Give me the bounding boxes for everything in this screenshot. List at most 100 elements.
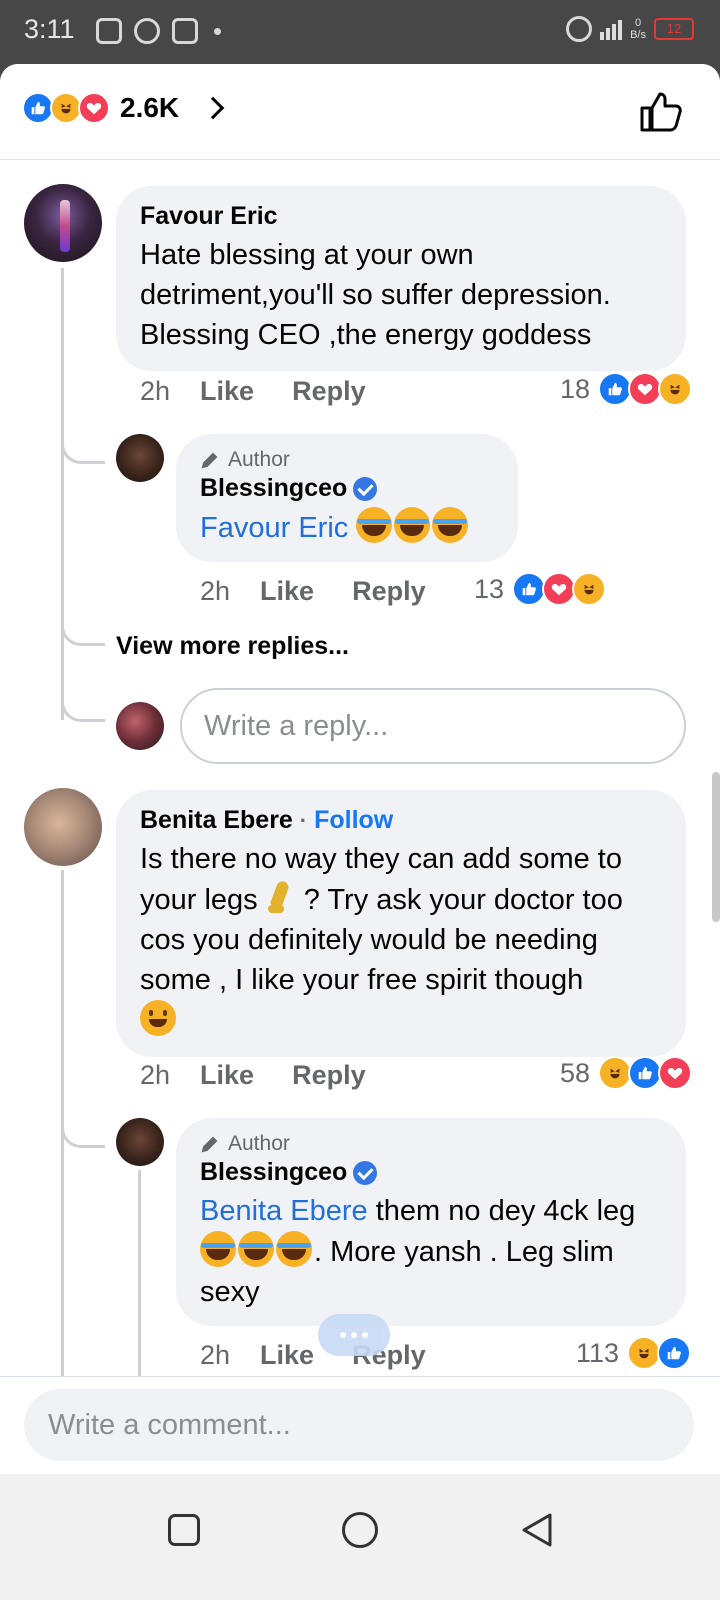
status-bar: 3:11 0 B/s 12	[0, 0, 720, 64]
thread-connector	[61, 684, 105, 722]
comment-time: 2h	[200, 576, 231, 606]
reply-bubble[interactable]: Author Blessingceo Favour Eric	[176, 434, 518, 562]
notification-icons	[96, 18, 221, 44]
reply-text: Favour Eric	[200, 507, 496, 548]
avatar[interactable]	[24, 184, 102, 262]
comment-actions: 2h Like Reply	[140, 376, 404, 407]
thread-line	[61, 268, 64, 720]
comment-time: 2h	[140, 376, 171, 406]
leg-emoji-icon	[266, 879, 302, 915]
commenter-name[interactable]: Favour Eric	[140, 202, 664, 231]
reaction-count: 13	[474, 573, 505, 604]
comment-text: Hate blessing at your own detriment,you'…	[140, 239, 611, 351]
avatar[interactable]	[116, 434, 164, 482]
verified-badge-icon	[353, 1161, 378, 1186]
joy-emoji-icon	[276, 1231, 312, 1267]
like-button[interactable]: Like	[260, 576, 314, 607]
verified-badge-icon	[353, 477, 378, 502]
thread-line	[61, 870, 64, 1430]
commenter-name[interactable]: Benita Ebere	[140, 806, 293, 834]
comment-time: 2h	[140, 1060, 171, 1090]
commenter-name[interactable]: Blessingceo	[200, 1158, 664, 1187]
like-button[interactable]: Like	[260, 1340, 314, 1371]
pencil-icon	[201, 452, 218, 469]
love-reaction-icon	[628, 372, 663, 406]
more-options-icon[interactable]	[318, 1314, 390, 1356]
like-button[interactable]: Like	[200, 1060, 254, 1091]
mention-link[interactable]: Benita Ebere	[200, 1195, 368, 1227]
commenter-header: Benita Ebere · Follow	[140, 806, 394, 834]
reply-text: Benita Ebere them no dey 4ck leg. More y…	[200, 1195, 636, 1308]
more-notifications-icon	[214, 27, 221, 35]
follow-button[interactable]: Follow	[314, 806, 393, 834]
scrollbar[interactable]	[712, 772, 720, 922]
comment-text: Is there no way they can add some to you…	[140, 839, 664, 1041]
reaction-count: 113	[576, 1337, 620, 1368]
joy-emoji-icon	[238, 1231, 274, 1267]
back-icon[interactable]	[520, 1512, 554, 1548]
joy-emoji-icon	[432, 507, 469, 543]
reaction-summary[interactable]: 2.6K	[22, 92, 225, 124]
like-reaction-icon	[628, 1056, 663, 1090]
comment-actions: 2h Like Reply	[140, 1060, 404, 1091]
reaction-count: 18	[560, 373, 591, 404]
chevron-right-icon	[201, 96, 225, 120]
comment-composer: Write a comment...	[0, 1376, 720, 1474]
thread-connector	[61, 1128, 105, 1148]
signal-icon	[600, 18, 623, 40]
haha-reaction-icon	[598, 1056, 633, 1090]
haha-reaction-icon	[572, 572, 607, 606]
recents-icon[interactable]	[168, 1514, 200, 1546]
love-reaction-icon	[658, 1056, 693, 1090]
like-reaction-icon	[512, 572, 547, 606]
thread-connector	[61, 624, 105, 646]
net-speed: 0 B/s	[630, 17, 646, 41]
reply-bubble[interactable]: Author Blessingceo Benita Ebere them no …	[176, 1118, 686, 1326]
reaction-count: 2.6K	[120, 92, 180, 123]
avatar[interactable]	[24, 788, 102, 866]
pencil-icon	[201, 1136, 218, 1153]
like-thumb-icon[interactable]	[638, 88, 684, 134]
reply-reactions[interactable]: 13	[474, 572, 607, 606]
home-icon[interactable]	[342, 1512, 378, 1548]
like-reaction-icon	[657, 1336, 692, 1370]
comment-reactions[interactable]: 18	[560, 372, 693, 406]
comment-input[interactable]: Write a comment...	[24, 1389, 694, 1461]
reply-button[interactable]: Reply	[292, 1060, 366, 1091]
reaction-count: 58	[560, 1057, 591, 1088]
reply-actions: 2h Like Reply	[200, 576, 464, 607]
whatsapp-icon	[134, 18, 160, 44]
joy-emoji-icon	[356, 507, 393, 543]
alarm-icon	[566, 16, 593, 42]
author-badge: Author	[200, 448, 496, 472]
thread-connector	[61, 444, 105, 464]
joy-emoji-icon	[394, 507, 431, 543]
like-reaction-icon	[598, 372, 633, 406]
system-nav-bar	[0, 1474, 720, 1600]
comments-sheet: 2.6K Favour Eric Hate blessing at your o…	[0, 64, 720, 1504]
comment-reactions[interactable]: 58	[560, 1056, 693, 1090]
battery-icon: 12	[654, 18, 694, 40]
commenter-name[interactable]: Blessingceo	[200, 474, 496, 503]
reply-button[interactable]: Reply	[352, 576, 426, 607]
haha-reaction-icon	[627, 1336, 662, 1370]
avatar[interactable]	[116, 1118, 164, 1166]
like-button[interactable]: Like	[200, 376, 254, 407]
haha-reaction-icon	[658, 372, 693, 406]
author-badge: Author	[200, 1132, 664, 1156]
reply-input[interactable]: Write a reply...	[180, 688, 686, 764]
comment-bubble[interactable]: Favour Eric Hate blessing at your own de…	[116, 186, 686, 371]
mention-link[interactable]: Favour Eric	[200, 512, 348, 544]
reply-button[interactable]: Reply	[292, 376, 366, 407]
grinning-emoji-icon	[140, 1000, 176, 1036]
view-more-replies-link[interactable]: View more replies...	[116, 632, 349, 661]
message-icon	[96, 18, 122, 44]
clock: 3:11	[24, 14, 75, 44]
love-reaction-icon	[542, 572, 577, 606]
reply-reactions[interactable]: 113	[576, 1336, 692, 1370]
love-reaction-icon	[78, 92, 110, 124]
p-app-icon	[172, 18, 198, 44]
comment-bubble[interactable]: Benita Ebere · Follow Is there no way th…	[116, 790, 686, 1057]
reactions-header: 2.6K	[0, 64, 720, 160]
joy-emoji-icon	[200, 1231, 236, 1267]
